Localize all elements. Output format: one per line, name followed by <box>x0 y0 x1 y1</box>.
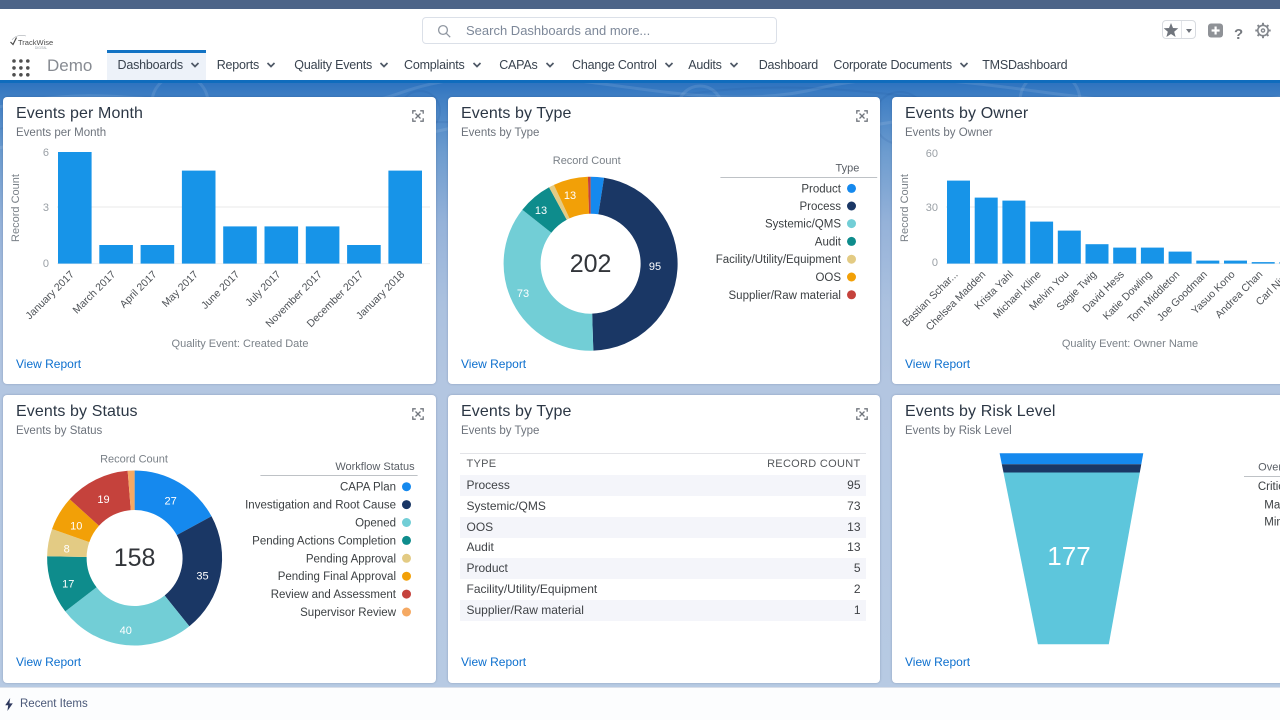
svg-text:Systemic/QMS: Systemic/QMS <box>765 219 841 231</box>
svg-text:CAPA Plan: CAPA Plan <box>340 482 396 494</box>
svg-text:Supervisor Review: Supervisor Review <box>300 607 397 619</box>
svg-text:Product: Product <box>801 183 841 195</box>
svg-text:158: 158 <box>114 544 156 572</box>
svg-text:40: 40 <box>120 625 132 637</box>
svg-text:Process: Process <box>799 201 841 213</box>
svg-text:OOS: OOS <box>815 272 841 284</box>
svg-text:Overall: Overall <box>1258 461 1280 473</box>
svg-text:8: 8 <box>64 544 70 556</box>
svg-text:Audit: Audit <box>815 236 842 248</box>
svg-text:Quality Event: Owner Name: Quality Event: Owner Name <box>1062 338 1198 350</box>
svg-text:10: 10 <box>70 521 82 533</box>
svg-text:Pending Approval: Pending Approval <box>306 553 396 565</box>
svg-text:Critical: Critical <box>1258 481 1280 493</box>
svg-text:Opened: Opened <box>355 518 396 530</box>
svg-text:Pending Actions Completion: Pending Actions Completion <box>252 535 396 547</box>
svg-text:Supplier/Raw material: Supplier/Raw material <box>729 290 842 302</box>
svg-text:June 2017: June 2017 <box>199 269 242 312</box>
svg-text:Workflow Status: Workflow Status <box>335 461 415 473</box>
svg-text:March 2017: March 2017 <box>71 269 119 317</box>
svg-text:6: 6 <box>43 147 49 159</box>
svg-text:Record Count: Record Count <box>100 454 168 466</box>
svg-text:17: 17 <box>62 579 74 591</box>
svg-text:35: 35 <box>196 571 208 583</box>
svg-text:July 2017: July 2017 <box>243 269 283 309</box>
svg-text:13: 13 <box>564 190 576 202</box>
svg-text:Quality Event: Created Date: Quality Event: Created Date <box>172 338 309 350</box>
svg-text:Investigation and Root Cause: Investigation and Root Cause <box>245 500 396 512</box>
svg-text:Record Count: Record Count <box>899 174 911 242</box>
svg-text:Major: Major <box>1264 499 1280 511</box>
svg-text:19: 19 <box>97 494 109 506</box>
svg-text:Record Count: Record Count <box>10 174 22 242</box>
svg-text:60: 60 <box>926 148 938 160</box>
svg-text:30: 30 <box>926 202 938 214</box>
svg-text:95: 95 <box>649 261 661 273</box>
svg-text:0: 0 <box>43 258 49 270</box>
svg-text:Pending Final Approval: Pending Final Approval <box>278 571 396 583</box>
svg-text:Type: Type <box>836 163 860 175</box>
svg-text:Facility/Utility/Equipment: Facility/Utility/Equipment <box>716 254 842 266</box>
svg-text:Minor: Minor <box>1264 516 1280 528</box>
svg-text:Review and Assessment: Review and Assessment <box>271 589 397 601</box>
svg-text:27: 27 <box>164 496 176 508</box>
svg-text:0: 0 <box>932 257 938 269</box>
svg-text:January 2017: January 2017 <box>23 269 77 323</box>
svg-text:May 2017: May 2017 <box>160 269 201 310</box>
svg-text:13: 13 <box>535 205 547 217</box>
svg-text:202: 202 <box>570 250 612 278</box>
svg-text:April 2017: April 2017 <box>118 269 160 311</box>
svg-text:3: 3 <box>43 202 49 214</box>
svg-text:73: 73 <box>517 288 529 300</box>
svg-text:177: 177 <box>1047 541 1090 571</box>
svg-text:Record Count: Record Count <box>553 155 621 167</box>
